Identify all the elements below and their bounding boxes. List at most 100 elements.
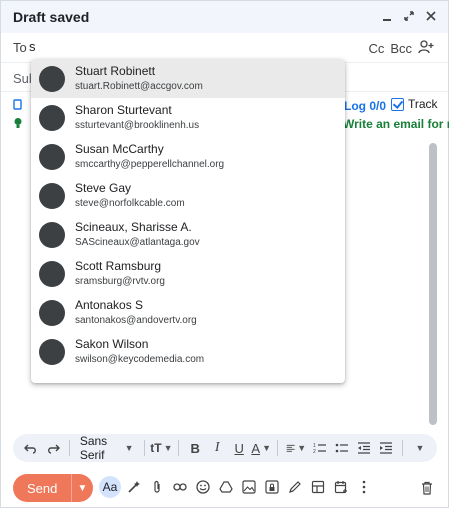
cc-bcc-group: Cc Bcc	[368, 40, 434, 57]
avatar	[39, 222, 65, 248]
suggestion-item[interactable]: Sharon Sturtevant ssturtevant@brooklinen…	[31, 98, 345, 137]
suggestion-item[interactable]: Scott Ramsburg sramsburg@rvtv.org	[31, 254, 345, 293]
avatar	[39, 105, 65, 131]
contact-name: Susan McCarthy	[75, 142, 164, 156]
to-input[interactable]	[29, 39, 229, 54]
contact-email: SAScineaux@atlantaga.gov	[75, 237, 200, 248]
avatar	[39, 339, 65, 365]
signature-icon[interactable]	[285, 476, 305, 498]
numbered-list-icon[interactable]: 12	[310, 437, 330, 459]
suggestion-item[interactable]: Stuart Robinett stuart.Robinett@accgov.c…	[31, 59, 345, 98]
contact-name: Antonakos S	[75, 298, 144, 312]
svg-text:2: 2	[313, 449, 316, 454]
contact-name: Scineaux, Sharisse A.	[75, 220, 192, 234]
toolbar-divider	[69, 440, 70, 456]
log-status[interactable]: Log 0/0	[344, 99, 386, 113]
italic-button[interactable]: I	[207, 437, 227, 459]
chevron-down-icon: ▼	[297, 443, 307, 453]
close-icon[interactable]	[422, 7, 440, 25]
contact-name: Scott Ramsburg	[75, 259, 162, 273]
undo-icon[interactable]	[21, 437, 41, 459]
contact-name: Steve Gay	[75, 181, 132, 195]
bulleted-list-icon[interactable]	[332, 437, 352, 459]
compose-titlebar[interactable]: Draft saved	[1, 1, 448, 33]
formatting-options-button[interactable]: Aa	[99, 476, 121, 498]
insert-photo-icon[interactable]	[239, 476, 259, 498]
compose-actions-bar: Send ▼ Aa	[1, 471, 448, 507]
contact-email: swilson@keycodemedia.com	[75, 354, 205, 365]
crm-icon[interactable]	[13, 99, 23, 114]
contact-name: Sharon Sturtevant	[75, 103, 172, 117]
contact-email: sramsburg@rvtv.org	[75, 276, 165, 287]
magic-wand-icon[interactable]	[124, 476, 144, 498]
text-size-icon: tT	[150, 441, 162, 455]
discard-draft-icon[interactable]	[418, 477, 436, 499]
contact-email: steve@norfolkcable.com	[75, 198, 185, 209]
suggestion-item[interactable]: Antonakos S santonakos@andovertv.org	[31, 293, 345, 332]
redo-icon[interactable]	[43, 437, 63, 459]
suggestion-item[interactable]: Sakon Wilson swilson@keycodemedia.com	[31, 332, 345, 371]
chevron-down-icon: ▼	[415, 443, 425, 453]
bold-button[interactable]: B	[185, 437, 205, 459]
send-options-chevron-icon[interactable]: ▼	[71, 474, 93, 502]
schedule-event-icon[interactable]	[331, 476, 351, 498]
send-button[interactable]: Send ▼	[13, 474, 93, 502]
track-checkbox[interactable]	[391, 97, 404, 111]
chevron-down-icon: ▼	[262, 443, 271, 453]
contact-name: Sakon Wilson	[75, 337, 149, 351]
insert-link-icon[interactable]	[170, 476, 190, 498]
font-family-label: Sans Serif	[79, 434, 108, 462]
underline-button[interactable]: U	[229, 437, 249, 459]
google-drive-icon[interactable]	[216, 476, 236, 498]
contact-email: stuart.Robinett@accgov.com	[75, 81, 203, 92]
contact-email: santonakos@andovertv.org	[75, 315, 197, 326]
font-size-select[interactable]: tT ▼	[150, 437, 172, 459]
compose-tools: Aa	[99, 476, 374, 498]
avatar	[39, 300, 65, 326]
add-recipient-icon[interactable]	[418, 40, 434, 57]
suggestion-item[interactable]: Scineaux, Sharisse A. SAScineaux@atlanta…	[31, 215, 345, 254]
to-label: To	[13, 40, 27, 55]
outdent-icon[interactable]	[354, 437, 374, 459]
text-color-button[interactable]: A ▼	[251, 437, 271, 459]
bcc-link[interactable]: Bcc	[390, 41, 412, 56]
template-icon[interactable]	[308, 476, 328, 498]
compose-window: Draft saved To Cc Bcc Sub	[0, 0, 449, 508]
chevron-down-icon: ▼	[124, 443, 134, 453]
compose-title: Draft saved	[13, 9, 90, 25]
body-scrollbar[interactable]	[429, 143, 437, 425]
send-label: Send	[27, 480, 58, 496]
write-email-link[interactable]: Write an email for me	[343, 117, 449, 131]
confidential-mode-icon[interactable]	[262, 476, 282, 498]
toolbar-divider	[402, 440, 404, 456]
avatar	[39, 144, 65, 170]
track-toggle[interactable]: Track	[391, 97, 438, 111]
avatar	[39, 261, 65, 287]
font-family-select[interactable]: Sans Serif ▼	[76, 434, 138, 462]
recipient-suggestions: Stuart Robinett stuart.Robinett@accgov.c…	[31, 59, 345, 383]
avatar	[39, 183, 65, 209]
more-formatting-icon[interactable]: ▼	[409, 437, 429, 459]
toolbar-divider	[143, 440, 145, 456]
suggestion-item[interactable]: Steve Gay steve@norfolkcable.com	[31, 176, 345, 215]
contact-email: ssturtevant@brooklinenh.us	[75, 120, 200, 131]
toolbar-divider	[277, 440, 278, 456]
minimize-icon[interactable]	[378, 7, 396, 25]
text-color-icon: A	[251, 440, 261, 456]
indent-icon[interactable]	[376, 437, 396, 459]
align-button[interactable]: ▼	[284, 437, 308, 459]
toolbar-divider	[178, 440, 180, 456]
lightbulb-icon[interactable]	[13, 117, 23, 132]
chevron-down-icon: ▼	[163, 443, 173, 453]
cc-link[interactable]: Cc	[368, 41, 384, 56]
avatar	[39, 66, 65, 92]
suggestion-item[interactable]: Susan McCarthy smccarthy@pepperellchanne…	[31, 137, 345, 176]
track-label: Track	[408, 97, 438, 111]
attach-file-icon[interactable]	[147, 476, 167, 498]
more-options-icon[interactable]	[354, 476, 374, 498]
emoji-icon[interactable]	[193, 476, 213, 498]
expand-icon[interactable]	[400, 7, 418, 25]
formatting-toolbar: Sans Serif ▼ tT ▼ B I U A ▼ ▼ 12 ▼	[13, 434, 437, 462]
contact-email: smccarthy@pepperellchannel.org	[75, 159, 225, 170]
contact-name: Stuart Robinett	[75, 64, 156, 78]
